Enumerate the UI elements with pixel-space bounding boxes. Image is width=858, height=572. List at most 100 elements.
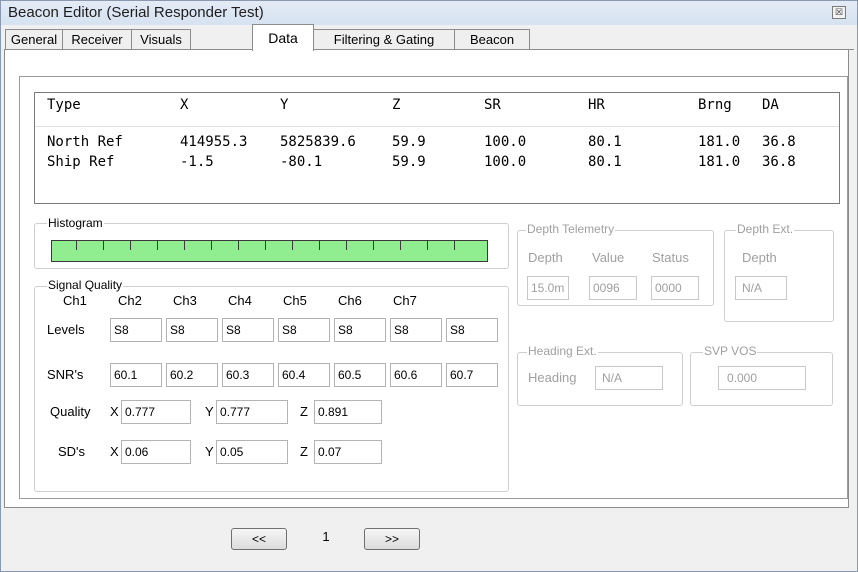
svp-vos-title: SVP VOS (703, 344, 758, 358)
row2-z[interactable]: 59.9 (392, 154, 426, 170)
col-header-type[interactable]: Type (47, 97, 81, 113)
row2-brng[interactable]: 181.0 (698, 154, 740, 170)
grid-header-divider (35, 126, 839, 127)
level-ch3: S8 (222, 318, 274, 342)
snr-ch5: 60.5 (334, 363, 386, 387)
row2-type[interactable]: Ship Ref (47, 154, 114, 170)
row1-sr[interactable]: 100.0 (484, 134, 526, 150)
tab-beacon[interactable]: Beacon (454, 29, 530, 49)
col-header-x[interactable]: X (180, 97, 188, 113)
row1-z[interactable]: 59.9 (392, 134, 426, 150)
histogram-tick (427, 241, 428, 250)
col-header-brng[interactable]: Brng (698, 97, 732, 113)
depth-ext-title: Depth Ext. (736, 222, 795, 236)
heading-ext-heading-field: N/A (595, 366, 663, 390)
row1-brng[interactable]: 181.0 (698, 134, 740, 150)
depth-telemetry-depth-label: Depth (528, 250, 563, 265)
level-ch5: S8 (334, 318, 386, 342)
depth-telemetry-value-field: 0096 (589, 276, 637, 300)
sd-x-label: X (110, 444, 119, 459)
heading-ext-heading-label: Heading (528, 370, 577, 385)
histogram-tick (373, 241, 374, 250)
depth-telemetry-value-label: Value (592, 250, 625, 265)
histogram-tick (238, 241, 239, 250)
row2-sr[interactable]: 100.0 (484, 154, 526, 170)
depth-telemetry-status-field: 0000 (651, 276, 699, 300)
row2-x[interactable]: -1.5 (180, 154, 214, 170)
snr-ch2: 60.2 (166, 363, 218, 387)
depth-telemetry-title: Depth Telemetry (526, 222, 616, 236)
sd-z-field: 0.07 (314, 440, 382, 464)
sd-x-field: 0.06 (121, 440, 191, 464)
histogram-title: Histogram (47, 216, 104, 230)
depth-ext-depth-label: Depth (742, 250, 777, 265)
histogram-tick (103, 241, 104, 250)
row2-y[interactable]: -80.1 (280, 154, 322, 170)
col-header-da[interactable]: DA (762, 97, 779, 113)
level-ch4: S8 (278, 318, 330, 342)
quality-x-label: X (110, 404, 119, 419)
col-header-z[interactable]: Z (392, 97, 400, 113)
histogram-tick (157, 241, 158, 250)
channel-header-6: Ch6 (338, 293, 362, 308)
heading-ext-title: Heading Ext. (527, 344, 598, 358)
quality-y-label: Y (205, 404, 214, 419)
histogram-tick (265, 241, 266, 250)
tab-filtering-gating[interactable]: Filtering & Gating (313, 29, 455, 49)
snr-ch7: 60.7 (446, 363, 498, 387)
snr-ch1: 60.1 (110, 363, 162, 387)
sd-y-field: 0.05 (216, 440, 288, 464)
row2-da[interactable]: 36.8 (762, 154, 796, 170)
snr-ch3: 60.3 (222, 363, 274, 387)
row1-hr[interactable]: 80.1 (588, 134, 622, 150)
footer-bar (1, 508, 857, 571)
col-header-sr[interactable]: SR (484, 97, 501, 113)
sd-z-label: Z (300, 444, 308, 459)
signal-quality-title: Signal Quality (47, 278, 124, 292)
col-header-hr[interactable]: HR (588, 97, 605, 113)
channel-header-4: Ch4 (228, 293, 252, 308)
level-ch1: S8 (110, 318, 162, 342)
tab-visuals[interactable]: Visuals (131, 29, 191, 49)
level-ch2: S8 (166, 318, 218, 342)
channel-header-1: Ch1 (63, 293, 87, 308)
channel-header-2: Ch2 (118, 293, 142, 308)
histogram-tick (184, 241, 185, 250)
histogram-tick (76, 241, 77, 250)
previous-page-button[interactable]: << (231, 528, 287, 550)
histogram-tick (211, 241, 212, 250)
channel-header-7: Ch7 (393, 293, 417, 308)
close-icon[interactable]: ☒ (832, 6, 846, 19)
snr-ch4: 60.4 (278, 363, 330, 387)
tab-receiver[interactable]: Receiver (62, 29, 132, 49)
depth-ext-depth-field: N/A (735, 276, 787, 300)
histogram-tick (292, 241, 293, 250)
next-page-button[interactable]: >> (364, 528, 420, 550)
row1-x[interactable]: 414955.3 (180, 134, 247, 150)
window-title: Beacon Editor (Serial Responder Test) (8, 4, 264, 21)
sd-label: SD's (58, 444, 86, 459)
depth-telemetry-status-label: Status (652, 250, 689, 265)
row1-y[interactable]: 5825839.6 (280, 134, 356, 150)
tab-general[interactable]: General (5, 29, 63, 49)
quality-z-label: Z (300, 404, 308, 419)
depth-telemetry-depth-field: 15.0m (527, 276, 569, 300)
page-number[interactable]: 1 (300, 525, 352, 549)
row2-hr[interactable]: 80.1 (588, 154, 622, 170)
level-ch6: S8 (390, 318, 442, 342)
sd-y-label: Y (205, 444, 214, 459)
histogram-tick (454, 241, 455, 250)
quality-label: Quality (50, 404, 91, 419)
quality-x-field: 0.777 (121, 400, 191, 424)
row1-type[interactable]: North Ref (47, 134, 123, 150)
col-header-y[interactable]: Y (280, 97, 288, 113)
quality-z-field: 0.891 (314, 400, 382, 424)
histogram-tick (319, 241, 320, 250)
snr-label: SNR's (47, 367, 84, 382)
quality-y-field: 0.777 (216, 400, 288, 424)
tab-data[interactable]: Data (252, 24, 314, 51)
row1-da[interactable]: 36.8 (762, 134, 796, 150)
histogram-bar (51, 240, 488, 262)
svp-vos-field: 0.000 (718, 366, 806, 390)
histogram-tick (346, 241, 347, 250)
